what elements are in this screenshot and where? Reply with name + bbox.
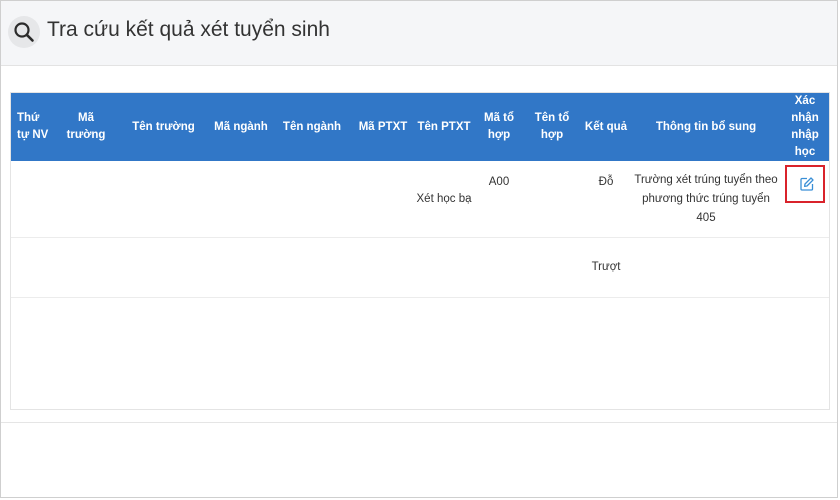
search-button[interactable] — [8, 16, 40, 48]
cell-thu-tu-nv — [11, 237, 56, 298]
col-header-ten-ptxt: Tên PTXT — [413, 93, 475, 161]
col-header-ten-nganh: Tên ngành — [271, 93, 353, 161]
cell-ten-ptxt — [413, 237, 475, 298]
col-header-ten-truong: Tên trường — [116, 93, 211, 161]
cell-thong-tin-bo-sung: Trường xét trúng tuyển theo phương thức … — [631, 161, 781, 238]
col-header-ten-to-hop: Tên tổ hợp — [523, 93, 581, 161]
page-title: Tra cứu kết quả xét tuyển sinh — [47, 18, 330, 41]
col-header-ket-qua: Kết quả — [581, 93, 631, 161]
cell-thong-tin-bo-sung — [631, 237, 781, 298]
cell-ma-truong — [56, 237, 116, 298]
cell-ten-ptxt: Xét học bạ — [413, 161, 475, 238]
edit-icon — [800, 177, 814, 191]
cell-ten-truong — [116, 237, 211, 298]
cell-ma-to-hop: A00 — [475, 161, 523, 238]
cell-ma-ptxt — [353, 237, 413, 298]
cell-xac-nhan-nhap-hoc — [781, 237, 829, 298]
cell-ket-qua: Đỗ — [581, 161, 631, 238]
cell-ket-qua: Trượt — [581, 237, 631, 298]
col-header-ma-ptxt: Mã PTXT — [353, 93, 413, 161]
page-header: Tra cứu kết quả xét tuyển sinh — [1, 1, 837, 66]
cell-ma-truong — [56, 161, 116, 238]
results-table: Thứ tự NV Mã trường Tên trường Mã ngành … — [11, 93, 829, 298]
cell-ma-to-hop — [475, 237, 523, 298]
col-header-xac-nhan-nhap-hoc: Xác nhận nhập học — [781, 93, 829, 161]
table-row: Trượt — [11, 237, 829, 298]
cell-ten-to-hop — [523, 161, 581, 238]
col-header-thu-tu-nv: Thứ tự NV — [11, 93, 56, 161]
col-header-thong-tin-bo-sung: Thông tin bổ sung — [631, 93, 781, 161]
table-row: Xét học bạ A00 Đỗ Trường xét trúng tuyển… — [11, 161, 829, 238]
col-header-ma-truong: Mã trường — [56, 93, 116, 161]
col-header-ma-to-hop: Mã tổ hợp — [475, 93, 523, 161]
cell-ma-nganh — [211, 161, 271, 238]
results-table-container: Thứ tự NV Mã trường Tên trường Mã ngành … — [10, 92, 830, 410]
confirm-enrollment-button[interactable] — [785, 165, 825, 203]
cell-ten-nganh — [271, 161, 353, 238]
footer-divider — [1, 422, 837, 423]
cell-ten-nganh — [271, 237, 353, 298]
cell-ma-nganh — [211, 237, 271, 298]
table-header-row: Thứ tự NV Mã trường Tên trường Mã ngành … — [11, 93, 829, 161]
cell-ten-to-hop — [523, 237, 581, 298]
cell-ten-truong — [116, 161, 211, 238]
cell-thu-tu-nv — [11, 161, 56, 238]
cell-xac-nhan-nhap-hoc — [781, 161, 829, 238]
cell-ma-ptxt — [353, 161, 413, 238]
col-header-ma-nganh: Mã ngành — [211, 93, 271, 161]
